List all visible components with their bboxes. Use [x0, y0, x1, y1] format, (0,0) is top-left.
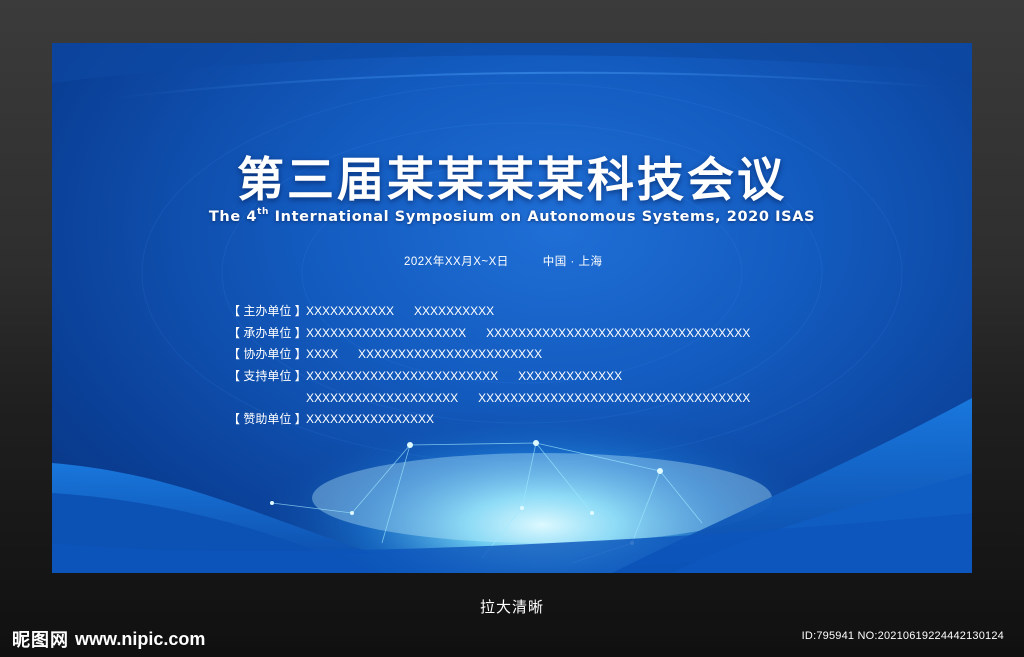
organizer-row: 【 赞助单位 】XXXXXXXXXXXXXXXX	[228, 409, 750, 431]
conference-title: 第三届某某某某科技会议	[237, 153, 787, 208]
organizer-row: 【 主办单位 】XXXXXXXXXXX XXXXXXXXXX	[228, 301, 750, 323]
organizer-value: XXXXXXXXXXXXXXXXXXXXXXX	[358, 347, 543, 362]
conference-date: 202X年XX月X~X日	[404, 256, 509, 268]
conference-banner: 第三届某某某某科技会议 The 4th International Sympos…	[52, 43, 972, 573]
organizer-value: XXXX	[306, 347, 339, 362]
organizer-label: 【 承办单位 】	[228, 325, 307, 340]
date-location-line: 202X年XX月X~X日 中国 · 上海	[404, 253, 603, 269]
organizer-value: XXXXXXXXXXXXXXXXXXXXXXXX	[306, 369, 499, 384]
conference-subtitle: The 4th International Symposium on Auton…	[52, 207, 972, 225]
watermark-id: ID:795941 NO:20210619224442130124	[801, 630, 1004, 642]
organizer-value: XXXXXXXXXXXXXXXXXXX	[306, 390, 459, 405]
organizer-label: 【 赞助单位 】	[228, 412, 307, 427]
organizer-label: 【 支持单位 】	[228, 369, 307, 384]
organizer-value: XXXXXXXXXXX	[306, 304, 395, 318]
organizer-row: 【 支持单位 】XXXXXXXXXXXXXXXXXXXXXXXX XXXXXXXX…	[228, 366, 750, 388]
conference-location: 中国 · 上海	[542, 256, 603, 268]
subtitle-text-rest: International Symposium on Autonomous Sy…	[269, 209, 816, 225]
subtitle-superscript: th	[257, 207, 270, 217]
organizer-value: XXXXXXXXXXXXXXXXXXXX	[306, 325, 467, 340]
organizer-value: XXXXXXXXXXXXXXXXXXXXXXXXXXXXXXXXX	[486, 325, 751, 340]
organizer-value: XXXXXXXXXX	[414, 304, 495, 318]
organizer-label: 【 协办单位 】	[228, 347, 307, 362]
watermark-url: www.nipic.com	[75, 628, 206, 649]
subtitle-text: The 4	[208, 209, 258, 225]
watermark-site-name: 昵图网	[12, 630, 69, 651]
organizer-row: 【 协办单位 】XXXX XXXXXXXXXXXXXXXXXXXXXXX	[228, 344, 750, 366]
organizer-value: XXXXXXXXXXXXXXXX	[306, 412, 435, 427]
watermark-logo: 昵图网 www.nipic.com	[12, 626, 205, 652]
organizer-row: XXXXXXXXXXXXXXXXXXX XXXXXXXXXXXXXXXXXXXXX…	[228, 388, 750, 410]
organizer-row: 【 承办单位 】XXXXXXXXXXXXXXXXXXXX XXXXXXXXXXXX…	[228, 323, 750, 345]
organizers-list: 【 主办单位 】XXXXXXXXXXX XXXXXXXXXX 【 承办单位 】XX…	[228, 301, 750, 431]
caption-text: 拉大清晰	[479, 599, 544, 616]
organizer-value: XXXXXXXXXXXXXXXXXXXXXXXXXXXXXXXXXX	[478, 390, 751, 405]
organizer-value: XXXXXXXXXXXXX	[518, 369, 623, 384]
organizer-label: 【 主办单位 】	[228, 304, 307, 318]
